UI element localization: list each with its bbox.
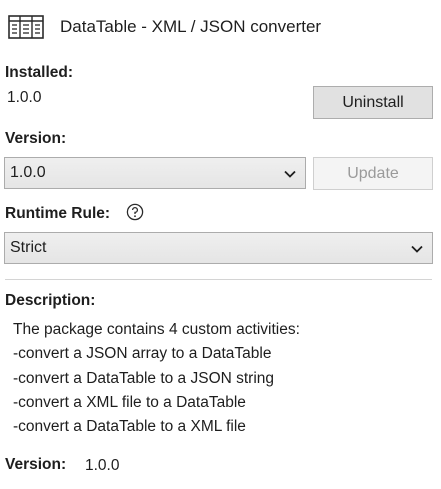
table-icon — [8, 15, 44, 39]
chevron-down-icon — [411, 245, 423, 253]
version-select[interactable]: 1.0.0 — [4, 157, 306, 189]
chevron-down-icon — [284, 170, 296, 178]
footer-version-label: Version: — [5, 456, 67, 473]
divider — [5, 279, 432, 280]
description-text: The package contains 4 custom activities… — [13, 318, 300, 439]
version-label: Version: — [5, 130, 67, 147]
description-line: -convert a XML file to a DataTable — [13, 393, 246, 411]
installed-version-value: 1.0.0 — [7, 89, 42, 106]
uninstall-button[interactable]: Uninstall — [313, 86, 433, 119]
runtime-rule-label: Runtime Rule: — [5, 205, 111, 222]
description-line: -convert a DataTable to a JSON string — [13, 369, 275, 387]
version-select-value: 1.0.0 — [10, 164, 46, 181]
description-line: -convert a DataTable to a XML file — [13, 418, 246, 436]
description-line: The package contains 4 custom activities… — [13, 321, 300, 338]
runtime-rule-select[interactable]: Strict — [4, 232, 433, 264]
runtime-rule-select-value: Strict — [10, 239, 47, 256]
help-icon[interactable] — [126, 203, 144, 221]
package-header: DataTable - XML / JSON converter — [8, 12, 321, 42]
footer-version-value: 1.0.0 — [85, 457, 120, 474]
update-button[interactable]: Update — [313, 157, 433, 190]
package-title: DataTable - XML / JSON converter — [60, 17, 322, 36]
installed-label: Installed: — [5, 64, 74, 81]
description-label: Description: — [5, 292, 96, 309]
description-line: -convert a JSON array to a DataTable — [13, 345, 272, 363]
